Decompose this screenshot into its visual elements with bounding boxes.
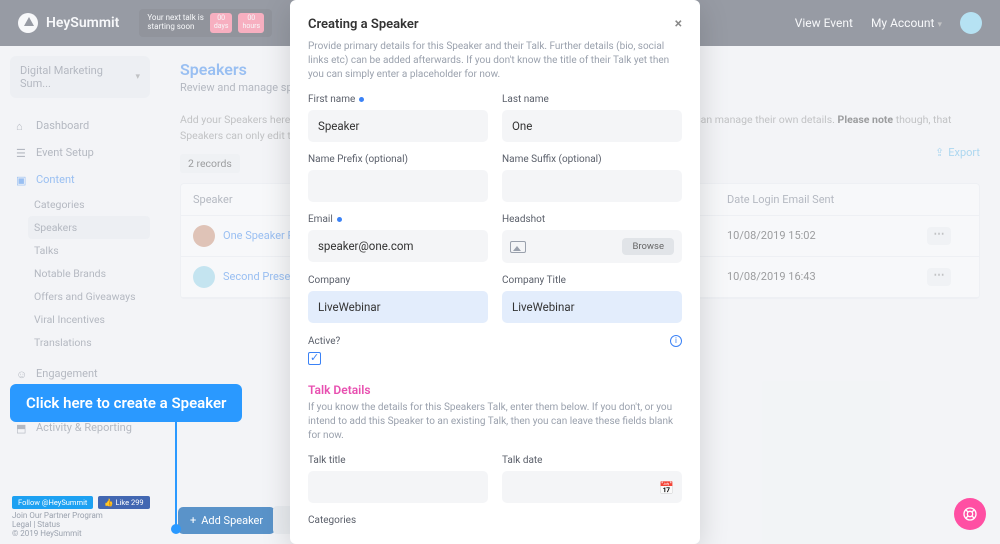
- active-label: Active?: [308, 336, 340, 347]
- first-name-label: First name: [308, 94, 488, 105]
- create-speaker-modal: Creating a Speaker × Provide primary det…: [290, 0, 700, 544]
- last-name-label: Last name: [502, 94, 682, 105]
- first-name-input[interactable]: [308, 110, 488, 142]
- active-checkbox[interactable]: [308, 352, 321, 365]
- image-icon: [510, 241, 526, 253]
- close-icon[interactable]: ×: [675, 16, 682, 32]
- twitter-follow-button[interactable]: Follow @HeySummit: [12, 496, 93, 509]
- callout-pointer-dot: [171, 524, 181, 534]
- footer: Follow @HeySummit 👍 Like 299 Join Our Pa…: [12, 496, 150, 538]
- suffix-input[interactable]: [502, 170, 682, 202]
- callout-pointer-line: [175, 412, 177, 528]
- lifebuoy-icon: [962, 506, 978, 522]
- talk-details-heading: Talk Details: [308, 383, 682, 397]
- add-speaker-button[interactable]: +Add Speaker: [178, 507, 275, 534]
- headshot-upload[interactable]: Browse: [502, 230, 682, 263]
- plus-icon: +: [190, 514, 196, 527]
- company-label: Company: [308, 275, 488, 286]
- modal-description: Provide primary details for this Speaker…: [308, 40, 682, 82]
- help-fab-button[interactable]: [954, 498, 986, 530]
- company-title-label: Company Title: [502, 275, 682, 286]
- legal-links[interactable]: Legal | Status: [12, 520, 150, 529]
- talk-title-label: Talk title: [308, 455, 488, 466]
- suffix-label: Name Suffix (optional): [502, 154, 682, 165]
- partner-link[interactable]: Join Our Partner Program: [12, 511, 150, 520]
- info-icon[interactable]: i: [670, 335, 682, 347]
- modal-title: Creating a Speaker: [308, 17, 419, 32]
- copyright: © 2019 HeySummit: [12, 529, 150, 538]
- talk-details-desc: If you know the details for this Speaker…: [308, 401, 682, 443]
- talk-date-label: Talk date: [502, 455, 682, 466]
- calendar-icon[interactable]: 📅: [659, 481, 674, 495]
- prefix-label: Name Prefix (optional): [308, 154, 488, 165]
- required-icon: [337, 217, 342, 222]
- company-input[interactable]: [308, 291, 488, 323]
- company-title-input[interactable]: [502, 291, 682, 323]
- modal-header: Creating a Speaker ×: [308, 16, 682, 32]
- browse-button[interactable]: Browse: [622, 238, 674, 255]
- talk-title-input[interactable]: [308, 471, 488, 503]
- tutorial-callout: Click here to create a Speaker: [10, 384, 242, 422]
- prefix-input[interactable]: [308, 170, 488, 202]
- email-label: Email: [308, 214, 488, 225]
- categories-label: Categories: [308, 515, 682, 526]
- last-name-input[interactable]: [502, 110, 682, 142]
- headshot-label: Headshot: [502, 214, 682, 225]
- required-icon: [359, 97, 364, 102]
- talk-date-input[interactable]: [502, 471, 682, 503]
- fb-like-button[interactable]: 👍 Like 299: [98, 496, 149, 509]
- email-input[interactable]: [308, 230, 488, 262]
